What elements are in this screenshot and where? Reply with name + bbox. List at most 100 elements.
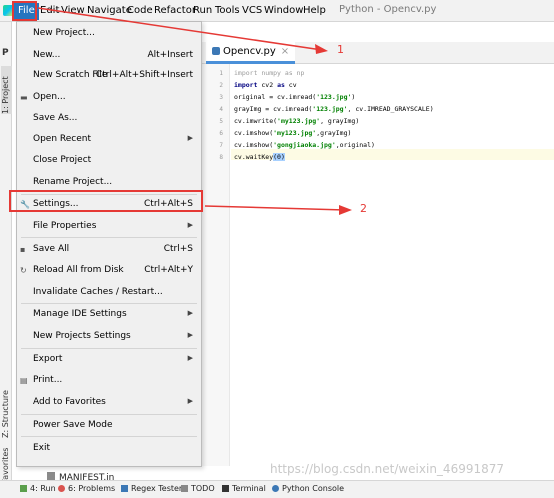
menu-item-label: New Project... bbox=[33, 28, 95, 38]
file-menu-highlight-box bbox=[12, 1, 37, 21]
window-title: Python - Opencv.py bbox=[339, 4, 437, 15]
watermark: https://blog.csdn.net/weixin_46991877 bbox=[270, 462, 505, 476]
code-line-1[interactable]: import numpy as np bbox=[234, 69, 304, 77]
code-line-8[interactable]: cv.waitKey(0) bbox=[234, 153, 285, 161]
tab-label: Terminal bbox=[232, 484, 266, 493]
menu-item-shortcut: Ctrl+Alt+Y bbox=[144, 265, 193, 275]
tab-terminal[interactable]: Terminal bbox=[222, 484, 266, 493]
line-number: 1 bbox=[219, 70, 223, 77]
menu-run[interactable]: Run bbox=[193, 4, 212, 18]
editor-tab-bar: Opencv.py × bbox=[201, 42, 554, 64]
line-number-gutter: 1 2 3 4 5 6 7 8 bbox=[201, 64, 230, 466]
menu-view[interactable]: View bbox=[61, 4, 85, 18]
tab-label: 6: Problems bbox=[68, 484, 116, 493]
menu-item-label: Export bbox=[33, 354, 63, 364]
code-line-5[interactable]: cv.imwrite('my123.jpg', grayImg) bbox=[234, 117, 359, 125]
menu-item-add-to-favorites[interactable]: Add to Favorites ▶ bbox=[17, 394, 201, 412]
code-line-7[interactable]: cv.imshow('gongjiaoka.jpg',original) bbox=[234, 141, 375, 149]
menu-item-file-properties[interactable]: File Properties ▶ bbox=[17, 218, 201, 236]
submenu-arrow-icon: ▶ bbox=[187, 309, 193, 317]
menu-separator bbox=[21, 348, 197, 349]
menu-code[interactable]: Code bbox=[127, 4, 153, 18]
menu-item-print[interactable]: ▤ Print... bbox=[17, 372, 201, 390]
menu-item-save-as[interactable]: Save As... bbox=[17, 110, 201, 128]
menu-item-label: New Projects Settings bbox=[33, 331, 131, 341]
menu-item-open[interactable]: ▬ Open... bbox=[17, 89, 201, 107]
submenu-arrow-icon: ▶ bbox=[187, 221, 193, 229]
run-icon bbox=[20, 485, 27, 492]
code-text: cv.imwrite( bbox=[234, 117, 278, 125]
menu-item-new-projects-settings[interactable]: New Projects Settings ▶ bbox=[17, 328, 201, 346]
submenu-arrow-icon: ▶ bbox=[187, 331, 193, 339]
menu-window[interactable]: Window bbox=[264, 4, 303, 18]
code-line-3[interactable]: original = cv.imread('123.jpg') bbox=[234, 93, 355, 101]
close-icon[interactable]: × bbox=[281, 46, 289, 57]
code-string: 'gongjiaoka.jpg' bbox=[273, 141, 336, 149]
code-line-6[interactable]: cv.imshow('my123.jpg',grayImg) bbox=[234, 129, 351, 137]
editor-tab-opencv[interactable]: Opencv.py × bbox=[206, 42, 296, 64]
reload-icon: ↻ bbox=[20, 266, 27, 275]
file-dropdown-menu: New Project... New... Alt+Insert New Scra… bbox=[16, 21, 202, 467]
tab-todo[interactable]: TODO bbox=[181, 484, 215, 493]
code-text: , cv.IMREAD_GRAYSCALE) bbox=[347, 105, 434, 113]
code-line-4[interactable]: grayImg = cv.imread('123.jpg', cv.IMREAD… bbox=[234, 105, 434, 113]
python-icon bbox=[272, 485, 279, 492]
menu-item-export[interactable]: Export ▶ bbox=[17, 351, 201, 369]
problems-icon bbox=[58, 485, 65, 492]
menu-help[interactable]: Help bbox=[303, 4, 326, 18]
code-text: original = cv.imread( bbox=[234, 93, 317, 101]
todo-icon bbox=[181, 485, 188, 492]
menu-separator bbox=[21, 414, 197, 415]
line-number: 7 bbox=[219, 142, 223, 149]
menu-refactor[interactable]: Refactor bbox=[154, 4, 196, 18]
menu-item-label: Manage IDE Settings bbox=[33, 309, 127, 319]
code-keyword: import bbox=[234, 81, 258, 89]
tab-regex-tester[interactable]: Regex Tester bbox=[121, 484, 182, 493]
menu-item-save-all[interactable]: ▪ Save All Ctrl+S bbox=[17, 241, 201, 259]
menu-vcs[interactable]: VCS bbox=[242, 4, 262, 18]
code-text: cv.imshow( bbox=[234, 141, 274, 149]
menu-item-close-project[interactable]: Close Project bbox=[17, 152, 201, 170]
code-text: (0) bbox=[273, 153, 285, 161]
menu-item-new-scratch-file[interactable]: New Scratch File Ctrl+Alt+Shift+Insert bbox=[17, 67, 201, 85]
line-number: 2 bbox=[219, 82, 223, 89]
settings-highlight-box bbox=[9, 190, 203, 212]
menu-item-label: Open Recent bbox=[33, 134, 92, 144]
menu-item-shortcut: Ctrl+S bbox=[163, 244, 193, 254]
project-header-letter: P bbox=[2, 48, 9, 58]
menu-item-manage-ide-settings[interactable]: Manage IDE Settings ▶ bbox=[17, 306, 201, 324]
menu-edit[interactable]: Edit bbox=[40, 4, 59, 18]
menu-navigate[interactable]: Navigate bbox=[87, 4, 132, 18]
python-file-icon bbox=[212, 47, 220, 55]
annotation-label-1: 1 bbox=[337, 43, 344, 56]
line-number: 3 bbox=[219, 94, 223, 101]
tab-project[interactable]: 1: Project bbox=[1, 66, 12, 114]
menu-item-power-save-mode[interactable]: Power Save Mode bbox=[17, 417, 201, 435]
code-string: '123.jpg' bbox=[316, 93, 352, 101]
code-text: cv2 bbox=[257, 81, 278, 89]
menu-item-reload-all[interactable]: ↻ Reload All from Disk Ctrl+Alt+Y bbox=[17, 262, 201, 280]
tab-label: Python Console bbox=[282, 484, 345, 493]
menu-item-label: File Properties bbox=[33, 221, 97, 231]
code-text: ,grayImg) bbox=[316, 129, 352, 137]
menu-item-new-project[interactable]: New Project... bbox=[17, 25, 201, 43]
folder-icon: ▬ bbox=[20, 93, 28, 102]
menu-item-new[interactable]: New... Alt+Insert bbox=[17, 47, 201, 65]
code-line-2[interactable]: import cv2 as cv bbox=[234, 81, 297, 89]
menu-item-shortcut: Ctrl+Alt+Shift+Insert bbox=[95, 70, 193, 80]
tab-structure[interactable]: Z: Structure bbox=[1, 390, 12, 438]
tab-problems[interactable]: 6: Problems bbox=[58, 484, 115, 493]
line-number: 4 bbox=[219, 106, 223, 113]
tab-python-console[interactable]: Python Console bbox=[272, 484, 344, 493]
menu-tools[interactable]: Tools bbox=[215, 4, 240, 18]
menu-item-invalidate-caches[interactable]: Invalidate Caches / Restart... bbox=[17, 284, 201, 302]
code-text: ) bbox=[351, 93, 356, 101]
menu-item-label: Close Project bbox=[33, 155, 92, 165]
bottom-tool-bar: 4: Run 6: Problems Regex Tester TODO Ter… bbox=[0, 480, 554, 498]
menu-item-exit[interactable]: Exit bbox=[17, 440, 201, 458]
menu-item-open-recent[interactable]: Open Recent ▶ bbox=[17, 131, 201, 149]
code-text: cv.imshow( bbox=[234, 129, 274, 137]
tab-run[interactable]: 4: Run bbox=[20, 484, 56, 493]
menu-item-label: New... bbox=[33, 50, 61, 60]
code-text: , grayImg) bbox=[320, 117, 360, 125]
